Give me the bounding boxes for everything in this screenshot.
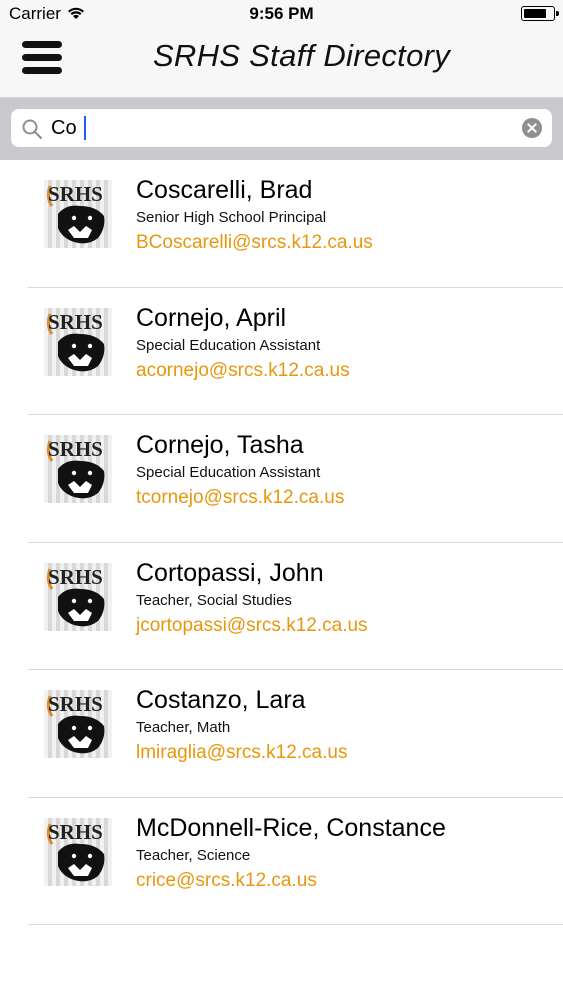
search-icon <box>22 119 43 140</box>
staff-name: Cortopassi, John <box>136 558 324 587</box>
staff-title: Special Education Assistant <box>136 336 321 354</box>
panther-logo-icon: SRHS <box>44 180 112 248</box>
staff-email-link[interactable]: tcornejo@srcs.k12.ca.us <box>136 487 344 509</box>
list-item[interactable]: SRHS Costanzo, Lara Teacher, Math lmirag… <box>0 670 563 798</box>
staff-email-link[interactable]: lmiraglia@srcs.k12.ca.us <box>136 742 347 764</box>
staff-name: Cornejo, April <box>136 303 287 332</box>
staff-title: Teacher, Math <box>136 719 231 736</box>
search-input[interactable] <box>51 113 511 143</box>
staff-name: Coscarelli, Brad <box>136 176 313 204</box>
list-item[interactable]: SRHS Cortopassi, John Teacher, Social St… <box>0 543 563 671</box>
list-item[interactable]: SRHS Coscarelli, Brad Senior High School… <box>0 160 563 288</box>
staff-name: Cornejo, Tasha <box>136 431 304 459</box>
search-bar <box>0 98 563 160</box>
status-time: 9:56 PM <box>249 4 314 23</box>
staff-email-link[interactable]: crice@srcs.k12.ca.us <box>136 870 317 892</box>
staff-email-link[interactable]: jcortopassi@srcs.k12.ca.us <box>136 615 368 637</box>
menu-icon[interactable] <box>22 40 64 76</box>
panther-logo-icon: SRHS <box>44 562 112 631</box>
clear-icon[interactable] <box>522 118 542 138</box>
panther-logo-icon: SRHS <box>44 817 112 886</box>
staff-title: Teacher, Science <box>136 846 251 864</box>
staff-email-link[interactable]: acornejo@srcs.k12.ca.us <box>136 360 350 382</box>
staff-email-link[interactable]: BCoscarelli@srcs.k12.ca.us <box>136 232 373 254</box>
panther-logo-icon: SRHS <box>44 690 112 758</box>
list-item[interactable]: SRHS McDonnell-Rice, Constance Teacher, … <box>0 798 563 926</box>
staff-name: McDonnell-Rice, Constance <box>136 813 446 842</box>
text-cursor <box>84 116 86 140</box>
panther-logo-icon: SRHS <box>44 307 112 376</box>
staff-title: Special Education Assistant <box>136 464 321 481</box>
staff-title: Teacher, Social Studies <box>136 591 292 609</box>
navigation-header: Carrier 9:56 PM SRHS Staff Directory <box>0 0 563 98</box>
staff-title: Senior High School Principal <box>136 209 327 226</box>
panther-logo-icon: SRHS <box>44 435 112 503</box>
list-item[interactable]: SRHS Cornejo, Tasha Special Education As… <box>0 415 563 543</box>
list-item[interactable]: SRHS Cornejo, April Special Education As… <box>0 288 563 416</box>
status-bar: Carrier 9:56 PM <box>0 0 563 30</box>
search-field[interactable] <box>11 109 552 147</box>
staff-list: SRHS Coscarelli, Brad Senior High School… <box>0 160 563 925</box>
page-title: SRHS Staff Directory <box>152 38 451 73</box>
battery-icon <box>521 6 559 21</box>
staff-name: Costanzo, Lara <box>136 686 306 714</box>
